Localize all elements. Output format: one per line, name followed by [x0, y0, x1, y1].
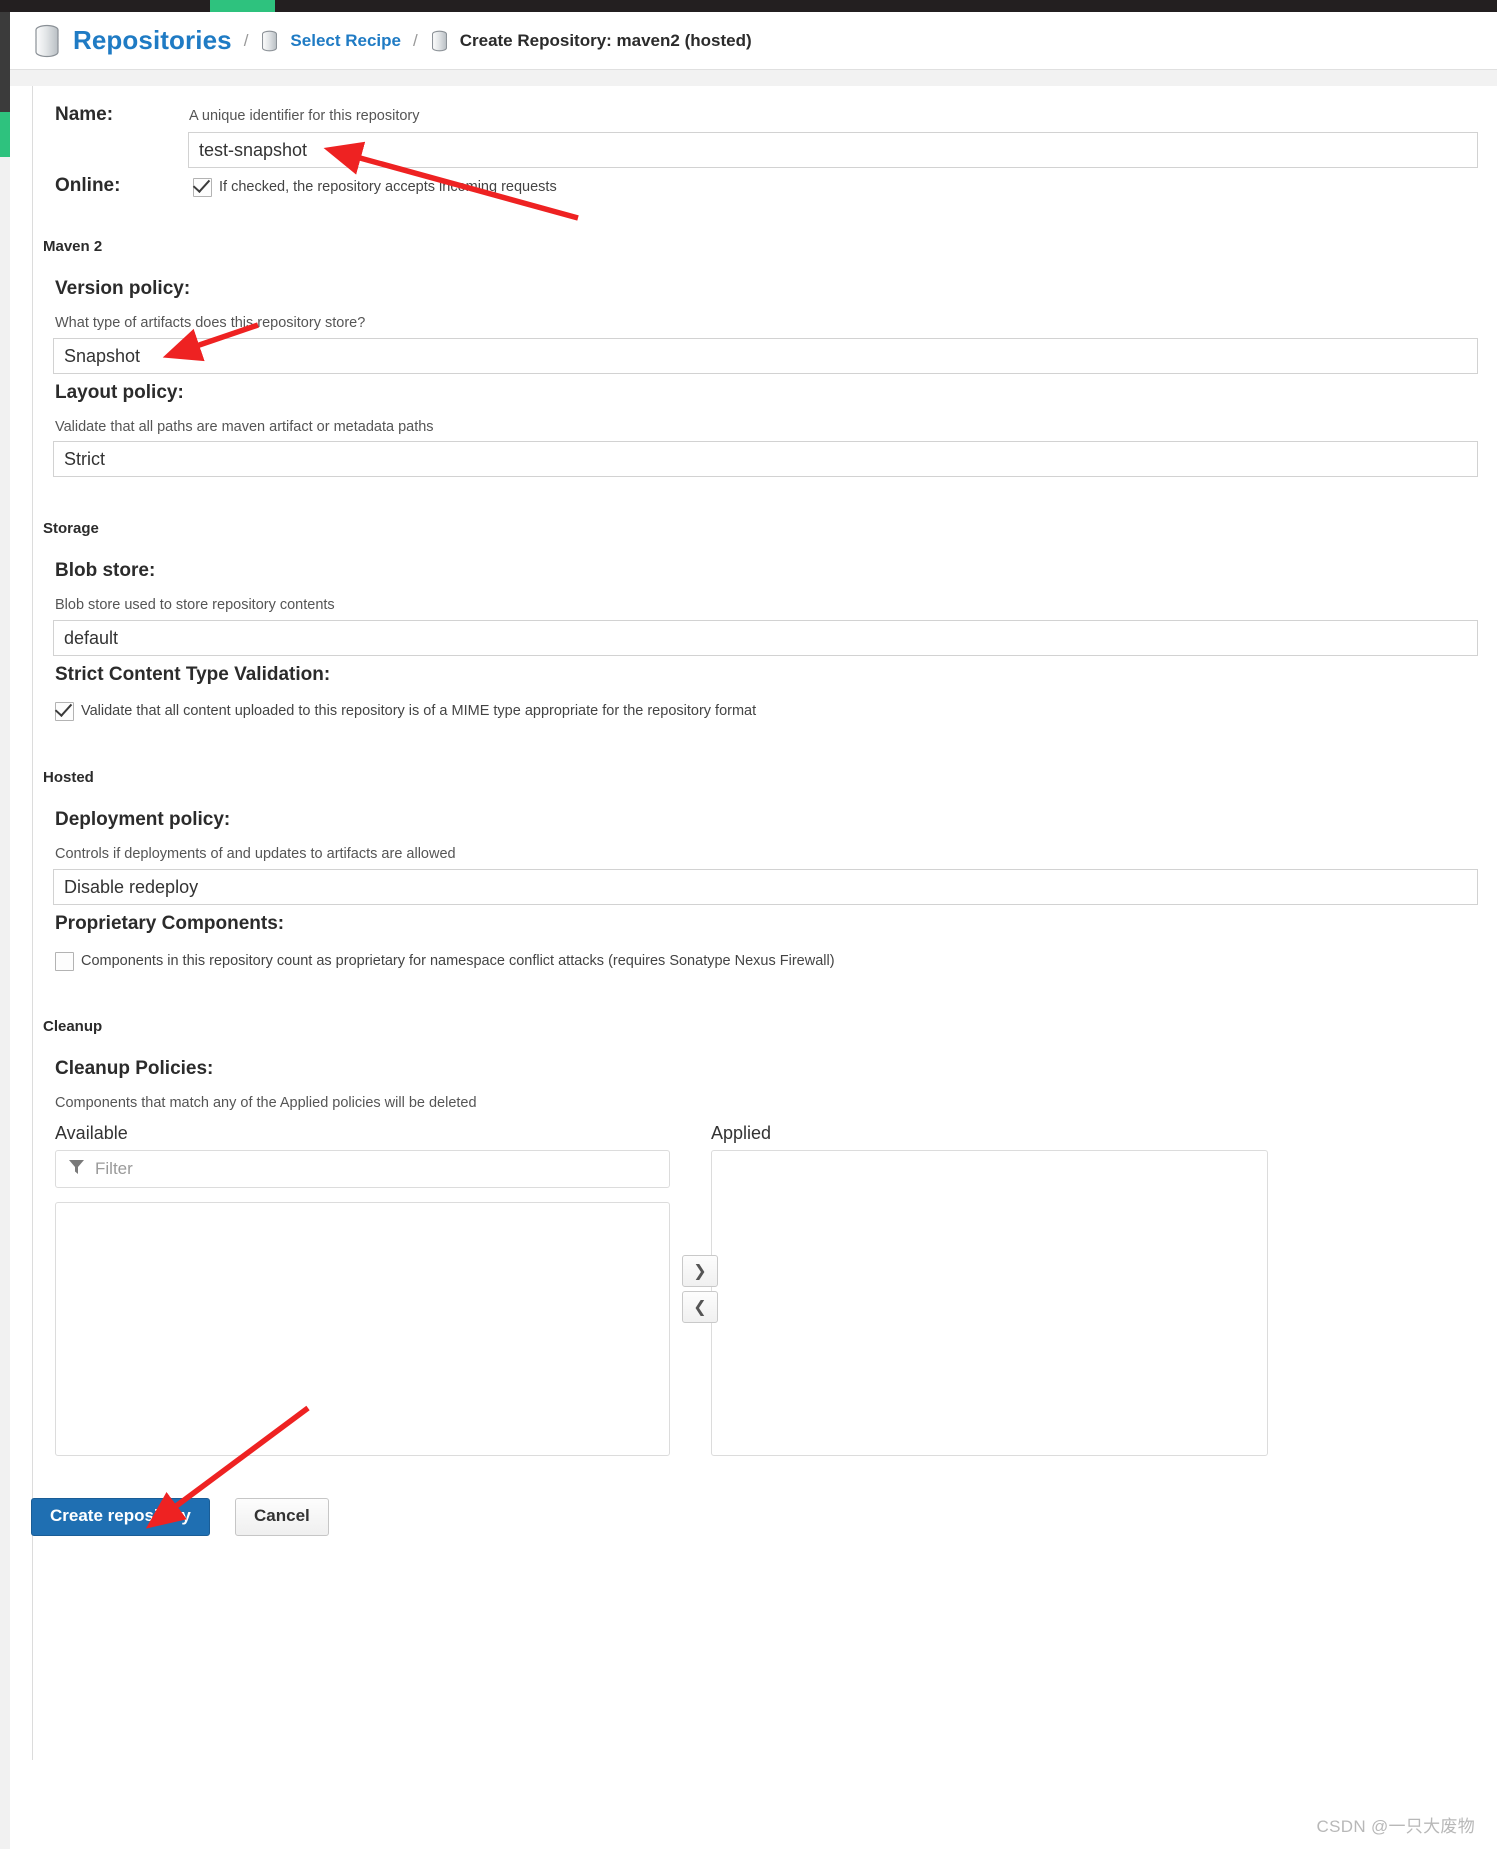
deployment-policy-hint: Controls if deployments of and updates t… [55, 846, 456, 862]
breadcrumb-current-label: Create Repository: maven2 (hosted) [459, 30, 752, 50]
left-rail-accent [0, 112, 10, 157]
strict-content-checkbox-label: Validate that all content uploaded to th… [81, 703, 757, 719]
section-header-storage: Storage [43, 520, 99, 537]
breadcrumb-select-recipe-label: Select Recipe [290, 30, 401, 50]
name-field-hint: A unique identifier for this repository [189, 108, 420, 124]
layout-policy-hint: Validate that all paths are maven artifa… [55, 419, 434, 435]
create-repository-button[interactable]: Create repository [31, 1498, 210, 1536]
breadcrumb-item-repositories[interactable]: Repositories [32, 24, 232, 58]
name-field-label: Name: [55, 104, 114, 125]
deployment-policy-select[interactable]: Disable redeploy [53, 869, 1478, 905]
layout-policy-label: Layout policy: [55, 382, 184, 403]
deployment-policy-label: Deployment policy: [55, 809, 231, 830]
applied-column-header: Applied [711, 1123, 772, 1143]
online-field-label: Online: [55, 175, 121, 196]
strict-content-validation-label: Strict Content Type Validation: [55, 664, 331, 685]
section-header-hosted: Hosted [43, 769, 94, 786]
chevron-left-icon: ❮ [693, 1299, 707, 1316]
blob-store-hint: Blob store used to store repository cont… [55, 597, 335, 613]
available-policies-list[interactable] [55, 1202, 670, 1456]
version-policy-label: Version policy: [55, 278, 191, 299]
strict-content-checkbox-row[interactable]: Validate that all content uploaded to th… [55, 702, 756, 721]
database-icon [430, 30, 449, 52]
left-rail-light [0, 157, 10, 1849]
strict-content-checkbox[interactable] [55, 702, 74, 721]
name-input[interactable] [188, 132, 1478, 168]
blob-store-select[interactable]: default [53, 620, 1478, 656]
breadcrumb-item-select-recipe[interactable]: Select Recipe [260, 30, 401, 52]
layout-policy-select[interactable]: Strict [53, 441, 1478, 477]
breadcrumb-item-create-repository: Create Repository: maven2 (hosted) [430, 30, 752, 52]
breadcrumb-separator-1: / [243, 30, 249, 50]
funnel-icon [68, 1158, 85, 1180]
proprietary-components-checkbox-label: Components in this repository count as p… [81, 953, 835, 969]
section-header-cleanup: Cleanup [43, 1018, 103, 1035]
applied-policies-list[interactable] [711, 1150, 1268, 1456]
chevron-right-icon: ❯ [693, 1263, 707, 1280]
online-checkbox-label: If checked, the repository accepts incom… [219, 179, 557, 195]
cleanup-filter-placeholder: Filter [95, 1159, 133, 1178]
proprietary-components-checkbox[interactable] [55, 952, 74, 971]
move-left-button[interactable]: ❮ [682, 1291, 718, 1323]
header-divider [10, 70, 1497, 86]
watermark: CSDN @一只大废物 [1316, 1817, 1475, 1836]
version-policy-hint: What type of artifacts does this reposit… [55, 315, 366, 331]
cleanup-policies-hint: Components that match any of the Applied… [55, 1095, 477, 1111]
database-icon [260, 30, 279, 52]
proprietary-components-checkbox-row[interactable]: Components in this repository count as p… [55, 952, 835, 971]
move-right-button[interactable]: ❯ [682, 1255, 718, 1287]
breadcrumb-root-label: Repositories [73, 25, 232, 55]
blob-store-label: Blob store: [55, 560, 156, 581]
breadcrumb-separator-2: / [412, 30, 418, 50]
online-checkbox[interactable] [193, 178, 212, 197]
available-column-header: Available [55, 1123, 128, 1143]
version-policy-select[interactable]: Snapshot [53, 338, 1478, 374]
cancel-button[interactable]: Cancel [235, 1498, 329, 1536]
cleanup-filter-input[interactable]: Filter [55, 1150, 670, 1188]
breadcrumb: Repositories / Select Recipe / Create Re… [10, 12, 1497, 70]
cleanup-policies-label: Cleanup Policies: [55, 1058, 214, 1079]
create-repository-form: Name: A unique identifier for this repos… [31, 86, 1497, 1760]
proprietary-components-label: Proprietary Components: [55, 913, 285, 934]
left-rail-dark [0, 12, 10, 112]
database-icon [32, 24, 62, 58]
online-checkbox-row[interactable]: If checked, the repository accepts incom… [193, 178, 557, 197]
section-header-maven2: Maven 2 [43, 238, 103, 255]
